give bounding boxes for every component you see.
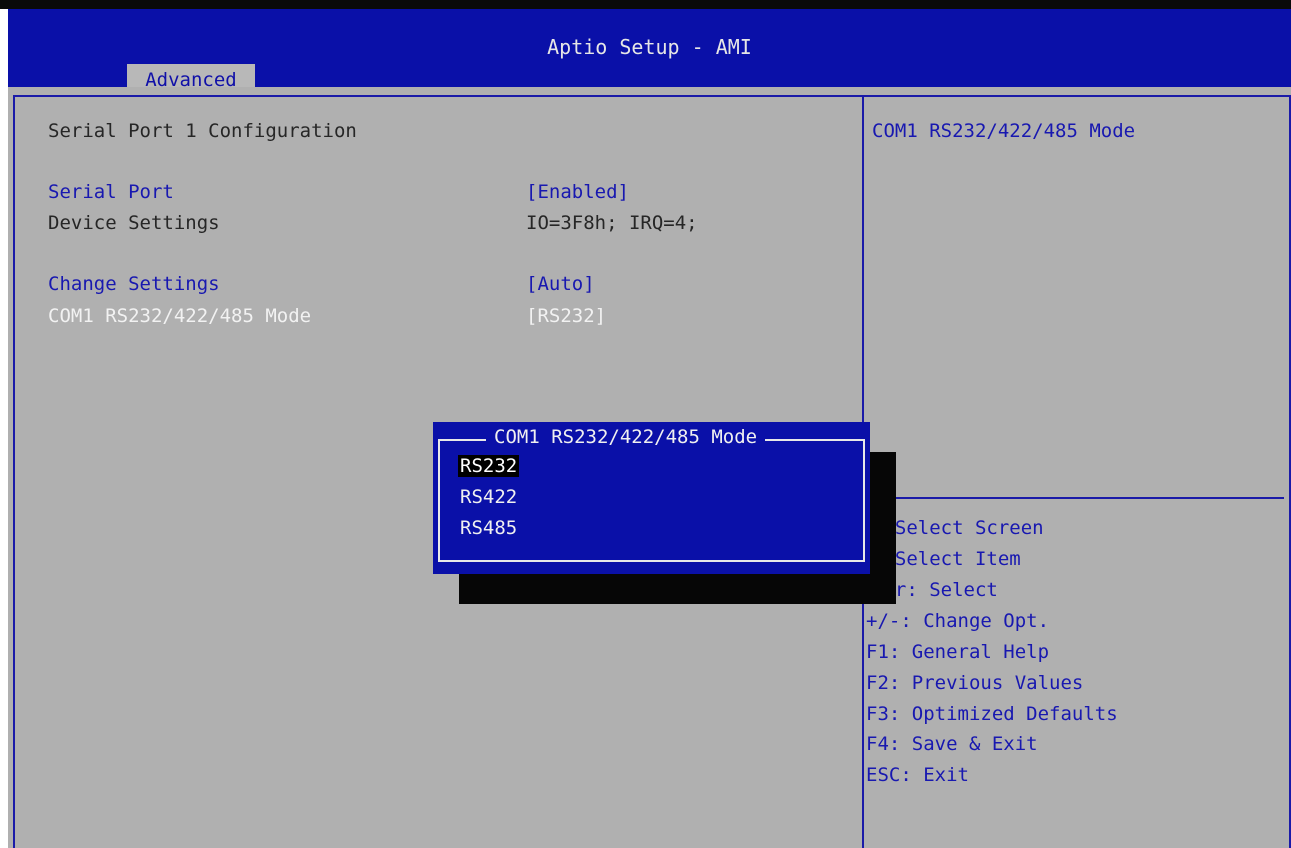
help-description: COM1 RS232/422/485 Mode bbox=[872, 120, 1136, 142]
setting-serial-port-label[interactable]: Serial Port bbox=[48, 181, 174, 203]
top-strip bbox=[0, 0, 1291, 9]
help-key-save-exit: F4: Save & Exit bbox=[866, 733, 1038, 755]
popup-title: COM1 RS232/422/485 Mode bbox=[486, 426, 766, 448]
help-key-general-help: F1: General Help bbox=[866, 641, 1050, 663]
help-key-change-opt: +/-: Change Opt. bbox=[866, 610, 1050, 632]
help-key-optimized-defaults: F3: Optimized Defaults bbox=[866, 703, 1118, 725]
help-key-esc-exit: ESC: Exit bbox=[866, 764, 969, 786]
help-divider bbox=[864, 497, 1284, 499]
setting-device-settings-label: Device Settings bbox=[48, 212, 220, 234]
setting-change-settings-value[interactable]: [Auto] bbox=[526, 273, 595, 295]
window-title: Aptio Setup - AMI bbox=[547, 35, 752, 59]
popup-option-rs485[interactable]: RS485 bbox=[458, 517, 519, 539]
setting-com1-mode-label[interactable]: COM1 RS232/422/485 Mode bbox=[48, 305, 311, 327]
setting-com1-mode-value[interactable]: [RS232] bbox=[526, 305, 606, 327]
help-key-select-screen: : Select Screen bbox=[872, 517, 1044, 539]
help-key-previous-values: F2: Previous Values bbox=[866, 672, 1084, 694]
setting-serial-port-value[interactable]: [Enabled] bbox=[526, 181, 629, 203]
setting-change-settings-label[interactable]: Change Settings bbox=[48, 273, 220, 295]
popup-shadow-bottom bbox=[459, 574, 896, 604]
title-bar: Aptio Setup - AMI Advanced bbox=[8, 9, 1291, 96]
popup-option-rs232[interactable]: RS232 bbox=[458, 455, 520, 477]
section-title: Serial Port 1 Configuration bbox=[48, 120, 357, 142]
popup-option-rs422[interactable]: RS422 bbox=[458, 486, 519, 508]
setting-device-settings-value: IO=3F8h; IRQ=4; bbox=[526, 212, 698, 234]
